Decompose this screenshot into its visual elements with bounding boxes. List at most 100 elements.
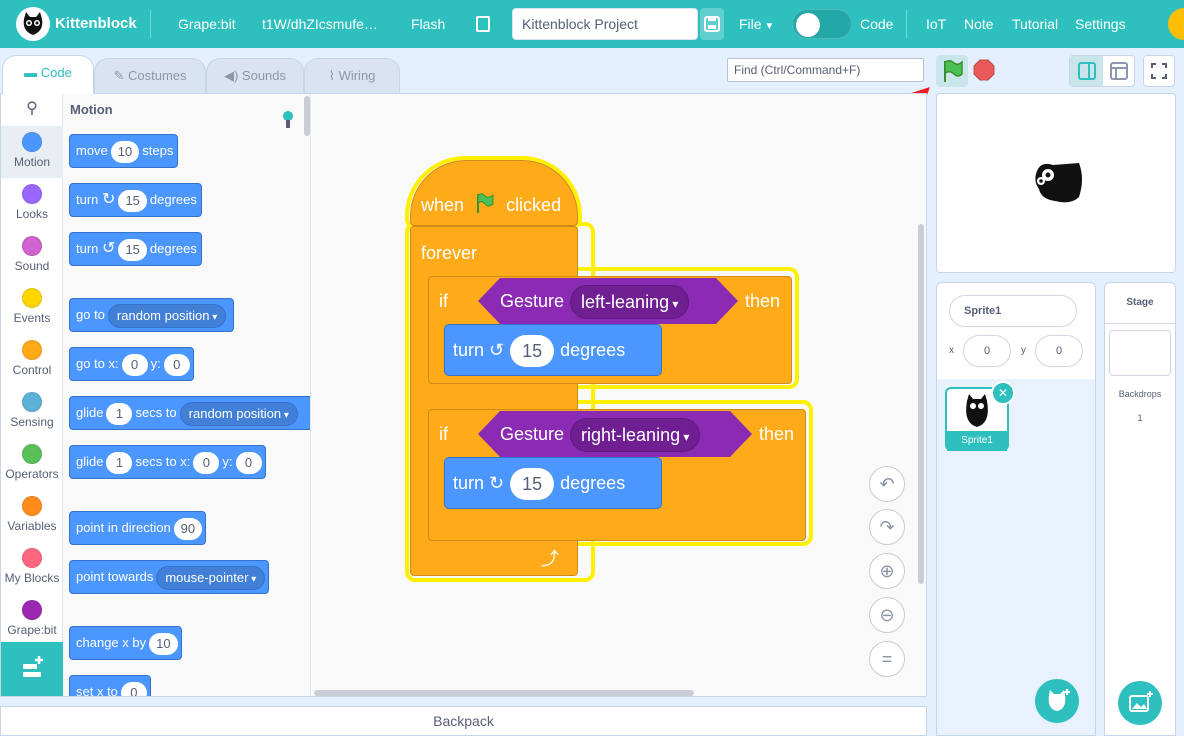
script-workspace[interactable]: when clicked forever ⤴ if then Gesture le… — [312, 94, 926, 696]
kittenblock-logo-icon[interactable] — [16, 7, 50, 41]
green-flag-icon — [477, 193, 494, 213]
turn-right-block[interactable]: turn ↻ 15 degrees — [69, 183, 202, 217]
point-direction-block[interactable]: point in direction 90 — [69, 511, 207, 545]
backpack[interactable]: Backpack — [0, 706, 927, 736]
device-icon[interactable] — [281, 110, 295, 130]
gesture-condition[interactable]: Gesture right-leaning — [478, 411, 752, 457]
category-my-blocks[interactable]: My Blocks — [1, 542, 63, 594]
stop-button[interactable] — [973, 59, 995, 81]
x-input[interactable]: 0 — [121, 353, 148, 376]
redo-button[interactable]: ↷ — [869, 509, 905, 545]
save-button[interactable] — [700, 8, 724, 40]
small-stage-button[interactable] — [1070, 56, 1103, 86]
zoom-in-button[interactable]: ⊕ — [869, 553, 905, 589]
stage[interactable] — [936, 93, 1176, 273]
large-stage-button[interactable] — [1103, 56, 1135, 86]
horizontal-scrollbar[interactable] — [314, 690, 694, 696]
category-sound[interactable]: Sound — [1, 230, 63, 282]
degrees-input[interactable]: 15 — [118, 189, 147, 212]
glide-block[interactable]: glide 1 secs to random position — [69, 396, 310, 430]
when-flag-clicked-block[interactable]: when clicked — [410, 160, 578, 226]
iot-menu[interactable]: IoT — [926, 0, 946, 48]
block-text: turn — [76, 192, 99, 207]
turn-left-block[interactable]: turn ↺ 15 degrees — [69, 232, 202, 266]
block-text: turn — [76, 241, 99, 256]
category-variables[interactable]: Variables — [1, 490, 63, 542]
x-input[interactable]: 0 — [193, 451, 220, 474]
y-input[interactable]: 0 — [235, 451, 262, 474]
sprite-y-input[interactable]: 0 — [1035, 335, 1083, 367]
steps-input[interactable]: 10 — [110, 140, 140, 163]
gesture-condition[interactable]: Gesture left-leaning — [478, 278, 738, 324]
category-dot-icon — [22, 548, 42, 568]
connection-id[interactable]: t1W/dhZIcsmufe… — [262, 0, 378, 48]
x-change-input[interactable]: 10 — [149, 632, 178, 655]
chip-icon[interactable] — [476, 16, 490, 32]
tutorial-menu[interactable]: Tutorial — [1012, 0, 1058, 48]
target-dropdown[interactable]: random position — [179, 401, 298, 426]
category-looks[interactable]: Looks — [1, 178, 63, 230]
tab-code[interactable]: ▬ Code — [2, 55, 94, 94]
point-towards-block[interactable]: point towards mouse-pointer — [69, 560, 270, 594]
note-menu[interactable]: Note — [964, 0, 994, 48]
secs-input[interactable]: 1 — [106, 402, 133, 425]
add-sprite-button[interactable] — [1035, 679, 1079, 723]
vertical-scrollbar[interactable] — [918, 224, 924, 584]
degrees-input[interactable]: 15 — [510, 468, 555, 501]
search-icon[interactable]: ⚲ — [1, 94, 63, 124]
file-menu[interactable]: File ▼ — [739, 0, 774, 48]
turn-left-block[interactable]: turn ↺ 15 degrees — [444, 324, 662, 376]
green-flag-button[interactable] — [936, 55, 968, 87]
code-mode-toggle[interactable] — [792, 9, 852, 39]
cat-sprite-icon — [1035, 163, 1082, 203]
set-x-block[interactable]: set x to 0 — [69, 675, 151, 696]
add-backdrop-button[interactable] — [1118, 681, 1162, 725]
degrees-input[interactable]: 15 — [510, 335, 555, 368]
settings-menu[interactable]: Settings — [1075, 0, 1126, 48]
glide-xy-block[interactable]: glide 1 secs to x: 0 y: 0 — [69, 445, 266, 479]
extension-button[interactable] — [1, 642, 63, 696]
delete-sprite-icon[interactable]: ✕ — [991, 381, 1015, 405]
category-control[interactable]: Control — [1, 334, 63, 386]
move-steps-block[interactable]: move 10 steps — [69, 134, 178, 168]
find-input[interactable]: Find (Ctrl/Command+F) — [727, 58, 924, 82]
tab-costumes[interactable]: ✎ Costumes — [94, 58, 206, 94]
add-extension-icon — [23, 656, 43, 677]
change-x-block[interactable]: change x by 10 — [69, 626, 182, 660]
project-title-input[interactable]: Kittenblock Project — [512, 8, 698, 40]
block-text: clicked — [506, 195, 562, 215]
zoom-out-button[interactable]: ⊖ — [869, 597, 905, 633]
secs-input[interactable]: 1 — [106, 451, 133, 474]
fullscreen-button[interactable] — [1143, 55, 1175, 87]
tab-wiring[interactable]: ⌇ Wiring — [304, 58, 400, 94]
gesture-dropdown[interactable]: left-leaning — [570, 285, 689, 319]
turn-right-block[interactable]: turn ↻ 15 degrees — [444, 457, 662, 509]
sprite-thumb-label: Sprite1 — [947, 431, 1007, 451]
go-to-xy-block[interactable]: go to x: 0 y: 0 — [69, 347, 194, 381]
tab-sounds[interactable]: ◀) Sounds — [206, 58, 304, 94]
degrees-input[interactable]: 15 — [118, 238, 147, 261]
category-grape-bit[interactable]: Grape:bit — [1, 594, 63, 646]
target-dropdown[interactable]: random position — [107, 303, 227, 328]
block-text: go to x: — [76, 356, 119, 371]
sprite-x-input[interactable]: 0 — [963, 335, 1011, 367]
stage-panel: Stage Backdrops 1 — [1104, 282, 1176, 736]
account-avatar[interactable] — [1168, 8, 1184, 40]
go-to-block[interactable]: go to random position — [69, 298, 234, 332]
palette-scrollbar[interactable] — [304, 96, 310, 136]
category-motion[interactable]: Motion — [1, 126, 63, 178]
device-menu[interactable]: Grape:bit — [178, 0, 236, 48]
gesture-dropdown[interactable]: right-leaning — [570, 418, 700, 452]
category-sensing[interactable]: Sensing — [1, 386, 63, 438]
target-dropdown[interactable]: mouse-pointer — [156, 565, 266, 590]
x-input[interactable]: 0 — [120, 681, 147, 696]
sprite-name-input[interactable]: Sprite1 — [949, 295, 1077, 327]
y-input[interactable]: 0 — [163, 353, 190, 376]
zoom-reset-button[interactable]: = — [869, 641, 905, 677]
direction-input[interactable]: 90 — [173, 517, 203, 540]
flash-button[interactable]: Flash — [411, 0, 445, 48]
category-events[interactable]: Events — [1, 282, 63, 334]
backdrop-thumbnail[interactable] — [1109, 330, 1171, 376]
undo-button[interactable]: ↶ — [869, 466, 905, 502]
category-operators[interactable]: Operators — [1, 438, 63, 490]
